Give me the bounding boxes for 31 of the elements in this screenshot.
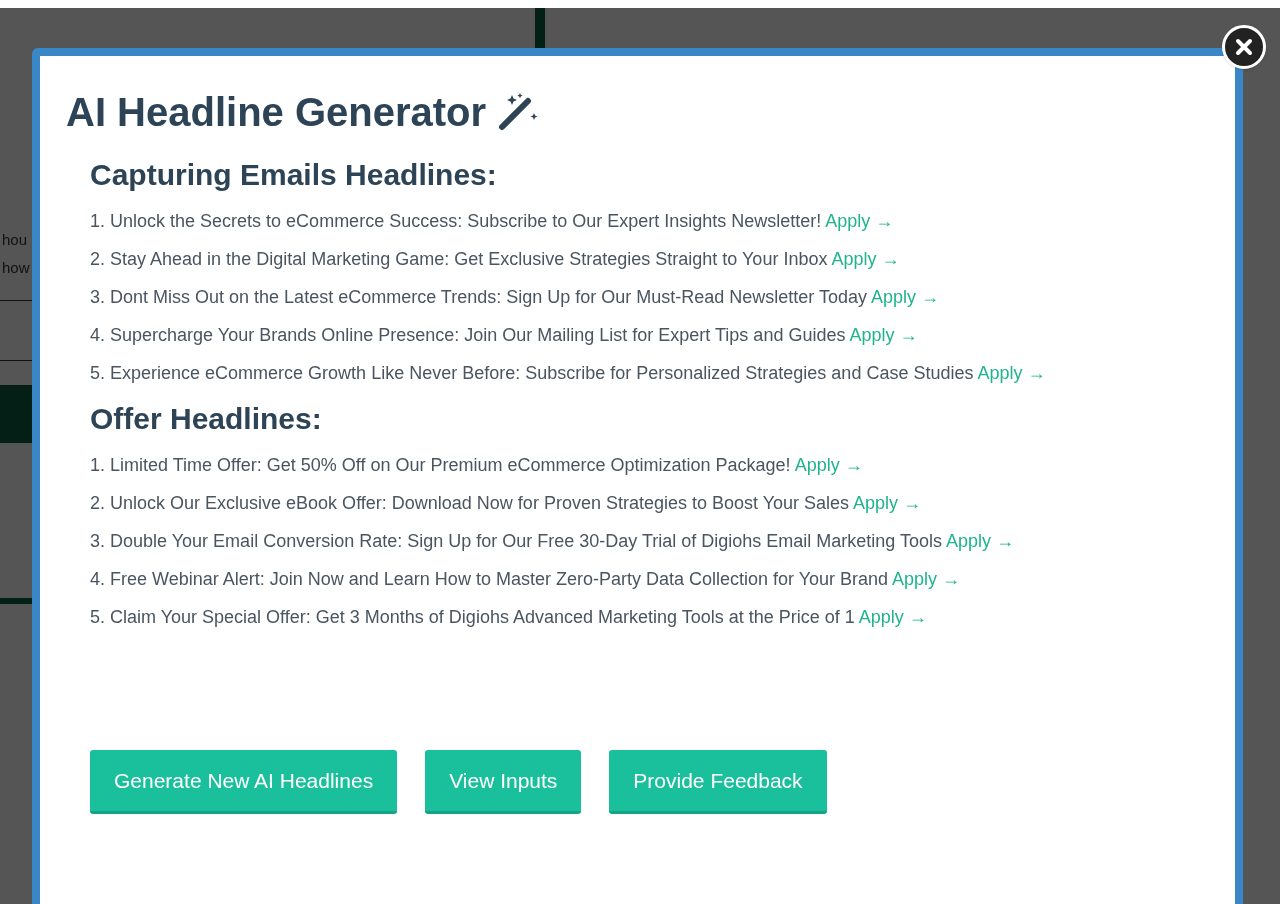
apply-link[interactable]: Apply →	[794, 455, 863, 475]
apply-link[interactable]: Apply →	[977, 363, 1046, 383]
modal-title: AI Headline Generator	[66, 89, 487, 136]
apply-link[interactable]: Apply →	[892, 569, 961, 589]
section-heading: Capturing Emails Headlines:	[90, 157, 498, 193]
section-heading: Offer Headlines:	[90, 401, 323, 437]
page-body-text: how	[2, 258, 30, 278]
action-button[interactable]: Provide Feedback	[609, 750, 827, 814]
headline-item: 3. Double Your Email Conversion Rate: Sign Up for Our Free 30-Day Trial of Digiohs Email Marketing Tools Apply →	[90, 530, 1016, 553]
apply-link[interactable]: Apply →	[946, 531, 1015, 551]
headline-item: 5. Experience eCommerce Growth Like Never Before: Subscribe for Personalized Strategies and Case Studies Apply →	[90, 362, 1047, 385]
headline-item: 1. Limited Time Offer: Get 50% Off on Our Premium eCommerce Optimization Package! Apply →	[90, 454, 864, 477]
action-button[interactable]: Generate New AI Headlines	[90, 750, 398, 814]
apply-link[interactable]: Apply →	[849, 325, 918, 345]
apply-link[interactable]: Apply →	[858, 607, 927, 627]
apply-link[interactable]: Apply →	[831, 249, 900, 269]
apply-link[interactable]: Apply →	[853, 493, 922, 513]
headline-item: 2. Stay Ahead in the Digital Marketing Game: Get Exclusive Strategies Straight to Your Inbox Apply →	[90, 248, 901, 271]
close-icon	[1235, 38, 1253, 56]
action-button[interactable]: View Inputs	[425, 750, 582, 814]
apply-link[interactable]: Apply →	[825, 211, 894, 231]
page-banner	[0, 385, 32, 443]
apply-link[interactable]: Apply →	[871, 287, 940, 307]
headline-item: 3. Dont Miss Out on the Latest eCommerce Trends: Sign Up for Our Must-Read Newsletter Today Apply →	[90, 286, 941, 309]
page-body-text: hou	[2, 230, 29, 250]
magic-wand-icon	[498, 91, 541, 133]
headline-item: 5. Claim Your Special Offer: Get 3 Months of Digiohs Advanced Marketing Tools at the Price of 1 Apply →	[90, 606, 928, 629]
headline-item: 4. Supercharge Your Brands Online Presence: Join Our Mailing List for Expert Tips and Guides Apply →	[90, 324, 919, 347]
headline-item: 2. Unlock Our Exclusive eBook Offer: Download Now for Proven Strategies to Boost Your Sales Apply →	[90, 492, 923, 515]
headline-item: 1. Unlock the Secrets to eCommerce Success: Subscribe to Our Expert Insights Newsletter! Apply →	[90, 210, 895, 233]
headline-item: 4. Free Webinar Alert: Join Now and Learn How to Master Zero-Party Data Collection for Your Brand Apply →	[90, 568, 962, 591]
